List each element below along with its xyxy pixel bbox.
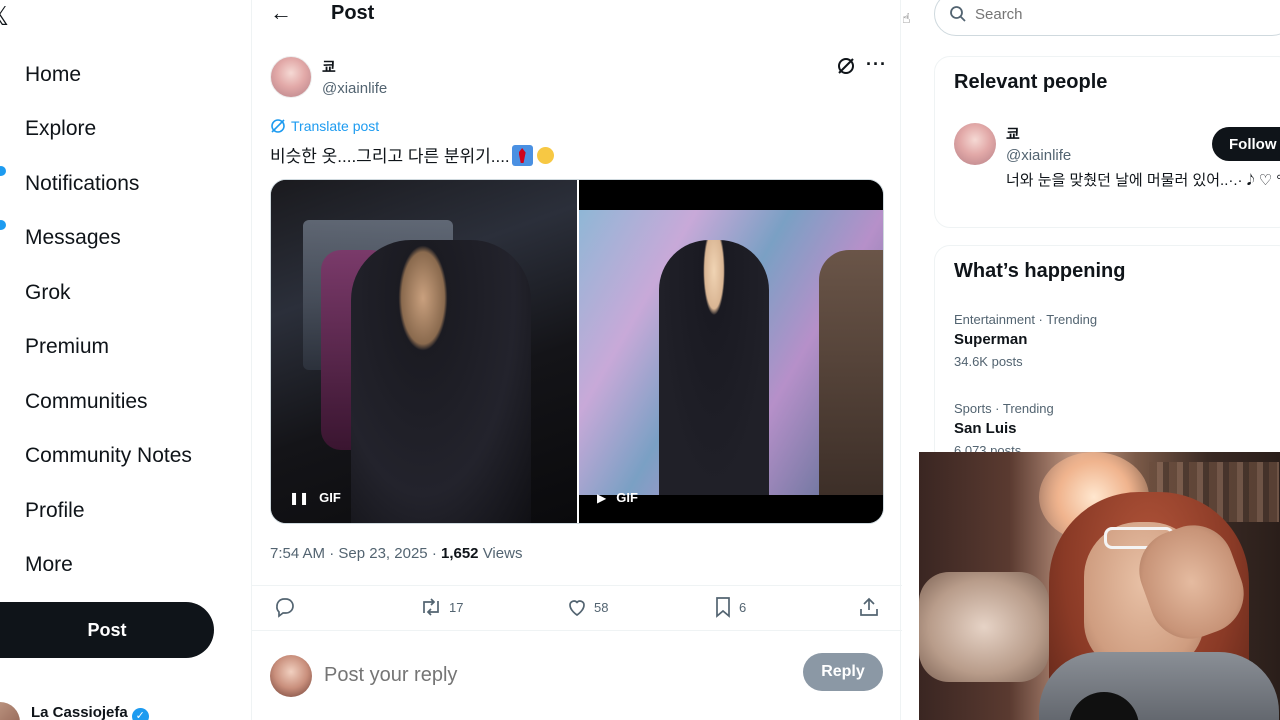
notification-badge bbox=[0, 166, 6, 176]
nav-label-premium: Premium bbox=[25, 335, 110, 358]
views-label: Views bbox=[482, 545, 523, 562]
account-avatar bbox=[0, 702, 20, 720]
relevant-people-card: Relevant people 쿄 @xiainlife 너와 눈을 맞췄던 날… bbox=[934, 56, 1280, 228]
play-icon[interactable]: ▶ bbox=[597, 491, 606, 505]
trend-name: Superman bbox=[954, 331, 1028, 348]
gif-left-badge[interactable]: ❚❚ GIF bbox=[289, 490, 341, 505]
repost-count: 17 bbox=[449, 599, 464, 615]
trend-count: 34.6K posts bbox=[954, 354, 1023, 369]
nav-label-communities: Communities bbox=[25, 390, 148, 413]
trend-name: San Luis bbox=[954, 420, 1017, 437]
webcam-overlay bbox=[919, 452, 1280, 720]
trend-meta: Entertainment · Trending bbox=[954, 312, 1098, 327]
relevant-person-name[interactable]: 쿄 bbox=[1006, 123, 1020, 144]
gif-right-person bbox=[659, 240, 769, 495]
search-box[interactable] bbox=[934, 0, 1280, 36]
account-name: La Cassiojefa ✓ bbox=[31, 704, 149, 720]
nav-label-notifications: Notifications bbox=[25, 172, 140, 195]
search-icon bbox=[950, 6, 966, 22]
post-time[interactable]: 7:54 AM bbox=[270, 545, 325, 562]
nav-label-profile: Profile bbox=[25, 499, 85, 522]
author-name[interactable]: 쿄 bbox=[322, 56, 336, 77]
reply-input[interactable] bbox=[324, 660, 784, 690]
timestamp-separator: · bbox=[329, 545, 335, 562]
account-name-text: La Cassiojefa bbox=[31, 704, 128, 720]
gif-right[interactable] bbox=[579, 180, 883, 523]
grok-icon[interactable] bbox=[836, 56, 856, 76]
bookmark-icon bbox=[716, 597, 730, 618]
nav-label-messages: Messages bbox=[25, 226, 121, 249]
relevant-person-bio: 너와 눈을 맞췄던 날에 머물러 있어..·.· 𝅘𝅥𝅮 ♡ °* bbox=[1006, 172, 1280, 189]
reply-avatar bbox=[270, 655, 312, 697]
search-input[interactable] bbox=[975, 5, 1275, 23]
whats-happening-card: What’s happening Entertainment · Trendin… bbox=[934, 245, 1280, 465]
gif-right-badge[interactable]: ▶ GIF bbox=[597, 490, 638, 505]
timestamp-separator-2: · bbox=[431, 545, 437, 562]
follow-button[interactable]: Follow bbox=[1212, 127, 1280, 161]
nav-label-grok: Grok bbox=[25, 281, 71, 304]
chick-emoji-icon bbox=[535, 145, 556, 166]
repost-action[interactable]: 17 bbox=[419, 596, 463, 618]
gif-left[interactable] bbox=[271, 180, 577, 523]
gif-right-person-side bbox=[819, 250, 883, 495]
author-handle[interactable]: @xiainlife bbox=[322, 80, 387, 97]
post-text-body: 비슷한 옷....그리고 다른 분위기.... bbox=[270, 147, 510, 166]
post-actions-bar: 17 58 6 bbox=[252, 585, 902, 631]
page-title: Post bbox=[331, 2, 375, 24]
nav-label-explore: Explore bbox=[25, 117, 97, 140]
post-text: 비슷한 옷....그리고 다른 분위기.... bbox=[270, 142, 556, 167]
verified-badge-icon: ✓ bbox=[131, 708, 149, 720]
views-count: 1,652 bbox=[440, 545, 479, 562]
trend-meta: Sports · Trending bbox=[954, 401, 1054, 416]
translate-icon bbox=[271, 119, 285, 133]
media-grid[interactable]: ❚❚ GIF ▶ GIF bbox=[270, 179, 884, 524]
share-action[interactable] bbox=[858, 596, 886, 618]
like-count: 58 bbox=[594, 599, 609, 615]
reply-action[interactable] bbox=[274, 596, 302, 618]
like-action[interactable]: 58 bbox=[566, 596, 608, 618]
trend-item[interactable]: Entertainment · Trending Superman 34.6K … bbox=[954, 312, 1280, 369]
whats-happening-title: What’s happening bbox=[954, 260, 1126, 282]
necktie-emoji-icon bbox=[511, 145, 533, 166]
nav-label-home: Home bbox=[25, 63, 82, 86]
heart-icon bbox=[569, 600, 585, 617]
more-options-icon[interactable]: ··· bbox=[866, 54, 887, 75]
gif-right-label: GIF bbox=[616, 490, 638, 505]
post-button[interactable]: Post bbox=[0, 602, 214, 658]
webcam-pillow bbox=[919, 572, 1049, 682]
gif-left-person bbox=[351, 240, 531, 523]
relevant-person-avatar[interactable] bbox=[954, 123, 996, 165]
repost-icon bbox=[423, 598, 439, 616]
trend-item[interactable]: Sports · Trending San Luis 6,073 posts bbox=[954, 401, 1280, 458]
share-icon bbox=[860, 597, 878, 616]
pause-icon[interactable]: ❚❚ bbox=[289, 491, 309, 505]
left-navigation: 𝕏 Home Explore Notifications Messages Gr… bbox=[0, 0, 250, 720]
gif-left-label: GIF bbox=[319, 490, 341, 505]
translate-post-link[interactable]: Translate post bbox=[270, 118, 379, 134]
translate-label: Translate post bbox=[291, 118, 380, 134]
account-switcher[interactable]: La Cassiojefa ✓ bbox=[0, 692, 240, 720]
nav-label-more: More bbox=[25, 553, 73, 576]
bookmark-count: 6 bbox=[739, 599, 747, 615]
post-date[interactable]: Sep 23, 2025 bbox=[338, 545, 427, 562]
relevant-people-title: Relevant people bbox=[954, 71, 1108, 93]
bookmark-action[interactable]: 6 bbox=[713, 596, 746, 618]
reply-icon bbox=[276, 598, 294, 618]
main-column: ← Post ☝ 쿄 @xiainlife ··· Translate post… bbox=[251, 0, 911, 720]
message-badge bbox=[0, 220, 6, 230]
post-timestamp: 7:54 AM · Sep 23, 2025 · 1,652 Views bbox=[270, 545, 522, 562]
nav-label-community-notes: Community Notes bbox=[25, 444, 192, 467]
author-avatar[interactable] bbox=[270, 56, 312, 98]
reply-button[interactable]: Reply bbox=[803, 653, 883, 691]
relevant-person-handle[interactable]: @xiainlife bbox=[1006, 147, 1071, 164]
x-logo-icon[interactable]: 𝕏 bbox=[0, 2, 9, 32]
post-header: ← Post bbox=[252, 0, 902, 30]
back-arrow-icon[interactable]: ← bbox=[270, 0, 292, 26]
